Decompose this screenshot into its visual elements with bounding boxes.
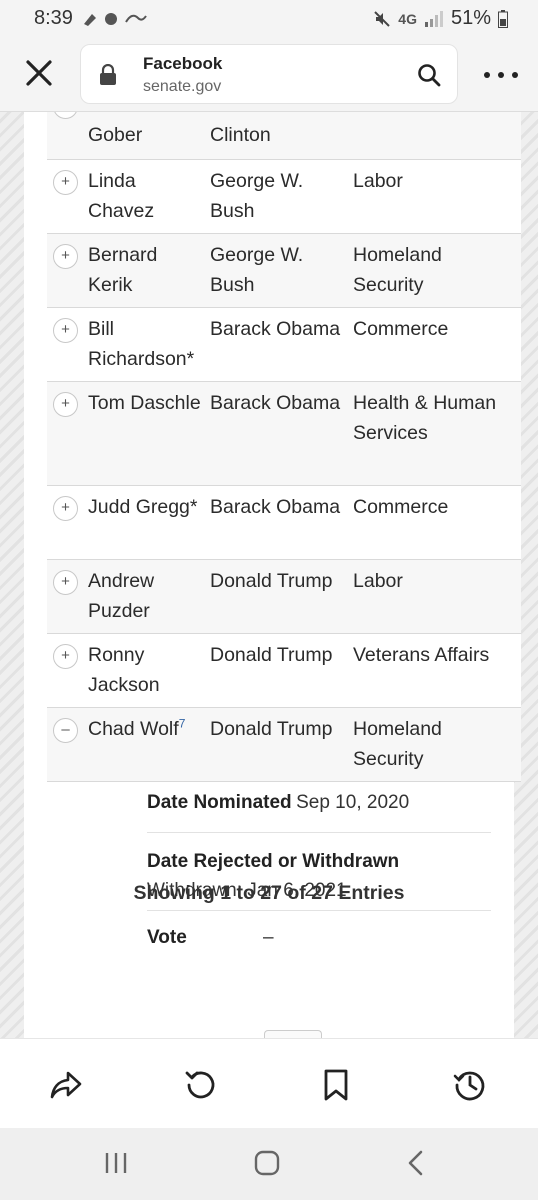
collapse-row-button[interactable]: – xyxy=(53,718,78,743)
department-name: Commerce xyxy=(353,318,449,340)
department-name: Labor xyxy=(353,170,403,192)
president-name: Barack Obama xyxy=(210,392,341,414)
search-icon[interactable] xyxy=(417,63,441,87)
bottom-toolbar xyxy=(0,1038,538,1128)
signal-icon xyxy=(424,10,443,27)
detail-nominated: Date Nominated Sep 10, 2020 xyxy=(147,777,491,833)
nominee-name: Ronny Jackson xyxy=(88,644,160,696)
table-row: + Bernard Kerik George W. Bush Homeland … xyxy=(47,234,521,308)
nominee-name: Judd Gregg* xyxy=(88,496,198,518)
expand-row-button[interactable]: + xyxy=(53,112,78,119)
table-row: + Hershel W. Gober William J. Clinton Ve… xyxy=(47,112,521,160)
department-name: Labor xyxy=(353,570,403,592)
detail-label: Date Rejected or Withdrawn xyxy=(147,851,400,872)
detail-value: – xyxy=(263,927,274,948)
network-type: 4G xyxy=(398,10,417,27)
president-name: Donald Trump xyxy=(210,570,333,592)
nominee-name: Andrew Puzder xyxy=(88,570,155,622)
detail-label: Date Nominated xyxy=(147,792,292,813)
nominee-name: Chad Wolf xyxy=(88,718,179,740)
status-time: 8:39 xyxy=(34,7,73,29)
president-name: Barack Obama xyxy=(210,318,341,340)
table-row: + Linda Chavez George W. Bush Labor xyxy=(47,160,521,234)
back-icon[interactable] xyxy=(406,1150,426,1176)
president-name: Barack Obama xyxy=(210,496,341,518)
history-icon[interactable] xyxy=(452,1067,488,1103)
expand-row-button[interactable]: + xyxy=(53,318,78,343)
president-name: George W. Bush xyxy=(210,244,304,296)
battery-icon xyxy=(498,9,508,28)
president-name: George W. Bush xyxy=(210,170,304,222)
entries-count: Showing 1 to 27 of 27 Entries xyxy=(133,882,405,904)
table-row: + Andrew Puzder Donald Trump Labor xyxy=(47,560,521,634)
table-row: + Bill Richardson* Barack Obama Commerce xyxy=(47,308,521,382)
table-row-expanded: – Chad Wolf7 Donald Trump Homeland Secur… xyxy=(47,708,521,782)
table-row: + Judd Gregg* Barack Obama Commerce xyxy=(47,486,521,560)
close-icon xyxy=(26,60,52,86)
nominee-name: Hershel W. Gober xyxy=(88,112,183,146)
page-content[interactable]: + Hershel W. Gober William J. Clinton Ve… xyxy=(0,112,538,1038)
nominee-name-cell: Chad Wolf7 xyxy=(88,714,206,744)
president-name: William J. Clinton xyxy=(210,112,293,146)
bookmark-icon[interactable] xyxy=(318,1067,354,1103)
page-domain: senate.gov xyxy=(143,78,222,95)
expand-row-button[interactable]: + xyxy=(53,170,78,195)
president-name: Donald Trump xyxy=(210,718,333,740)
expand-row-button[interactable]: + xyxy=(53,392,78,417)
page-title: Facebook xyxy=(143,54,223,73)
notification-icon xyxy=(82,10,148,32)
battery-percent: 51% xyxy=(450,7,491,29)
browser-header: Facebook senate.gov xyxy=(0,38,538,112)
more-dot-icon xyxy=(484,72,490,78)
status-bar: 8:39 4G 51% xyxy=(0,0,538,38)
department-name: Homeland Security xyxy=(353,718,442,770)
department-name: Homeland Security xyxy=(353,244,442,296)
home-icon[interactable] xyxy=(254,1150,280,1176)
table-row: + Ronny Jackson Donald Trump Veterans Af… xyxy=(47,634,521,708)
nominations-table: + Hershel W. Gober William J. Clinton Ve… xyxy=(47,112,521,782)
table-row: + Tom Daschle Barack Obama Health & Huma… xyxy=(47,382,521,486)
content-card: + Hershel W. Gober William J. Clinton Ve… xyxy=(24,112,521,1038)
department-name: Commerce xyxy=(353,496,449,518)
system-nav-bar xyxy=(0,1128,538,1200)
nominee-name: Tom Daschle xyxy=(88,392,201,414)
address-bar[interactable]: Facebook senate.gov xyxy=(80,44,458,104)
mute-icon xyxy=(374,10,390,27)
more-dot-icon xyxy=(498,72,504,78)
nominee-name: Bernard Kerik xyxy=(88,244,158,296)
pagination[interactable] xyxy=(264,1030,322,1038)
detail-label: Vote xyxy=(147,927,187,948)
status-right: 4G 51% xyxy=(373,7,508,30)
share-icon[interactable] xyxy=(48,1067,84,1103)
department-name: Health & Human Services xyxy=(353,392,497,444)
footnote-link[interactable]: 7 xyxy=(179,717,186,731)
more-dot-icon xyxy=(512,72,518,78)
expand-row-button[interactable]: + xyxy=(53,570,78,595)
more-options-button[interactable] xyxy=(484,60,518,90)
expand-row-button[interactable]: + xyxy=(53,496,78,521)
recent-apps-icon[interactable] xyxy=(104,1150,128,1176)
nominee-name: Bill Richardson* xyxy=(88,318,195,370)
expand-row-button[interactable]: + xyxy=(53,644,78,669)
close-button[interactable] xyxy=(24,58,54,88)
lock-icon xyxy=(100,64,116,85)
detail-vote: Vote – xyxy=(147,911,491,967)
president-name: Donald Trump xyxy=(210,644,333,666)
detail-value: Sep 10, 2020 xyxy=(296,792,410,813)
row-details: Date Nominated Sep 10, 2020 Date Rejecte… xyxy=(147,777,491,967)
nominee-name: Linda Chavez xyxy=(88,170,155,222)
department-name: Veterans Affairs xyxy=(353,644,490,666)
expand-row-button[interactable]: + xyxy=(53,244,78,269)
reload-icon[interactable] xyxy=(183,1067,219,1103)
department-name: Veterans Affairs xyxy=(353,112,513,120)
